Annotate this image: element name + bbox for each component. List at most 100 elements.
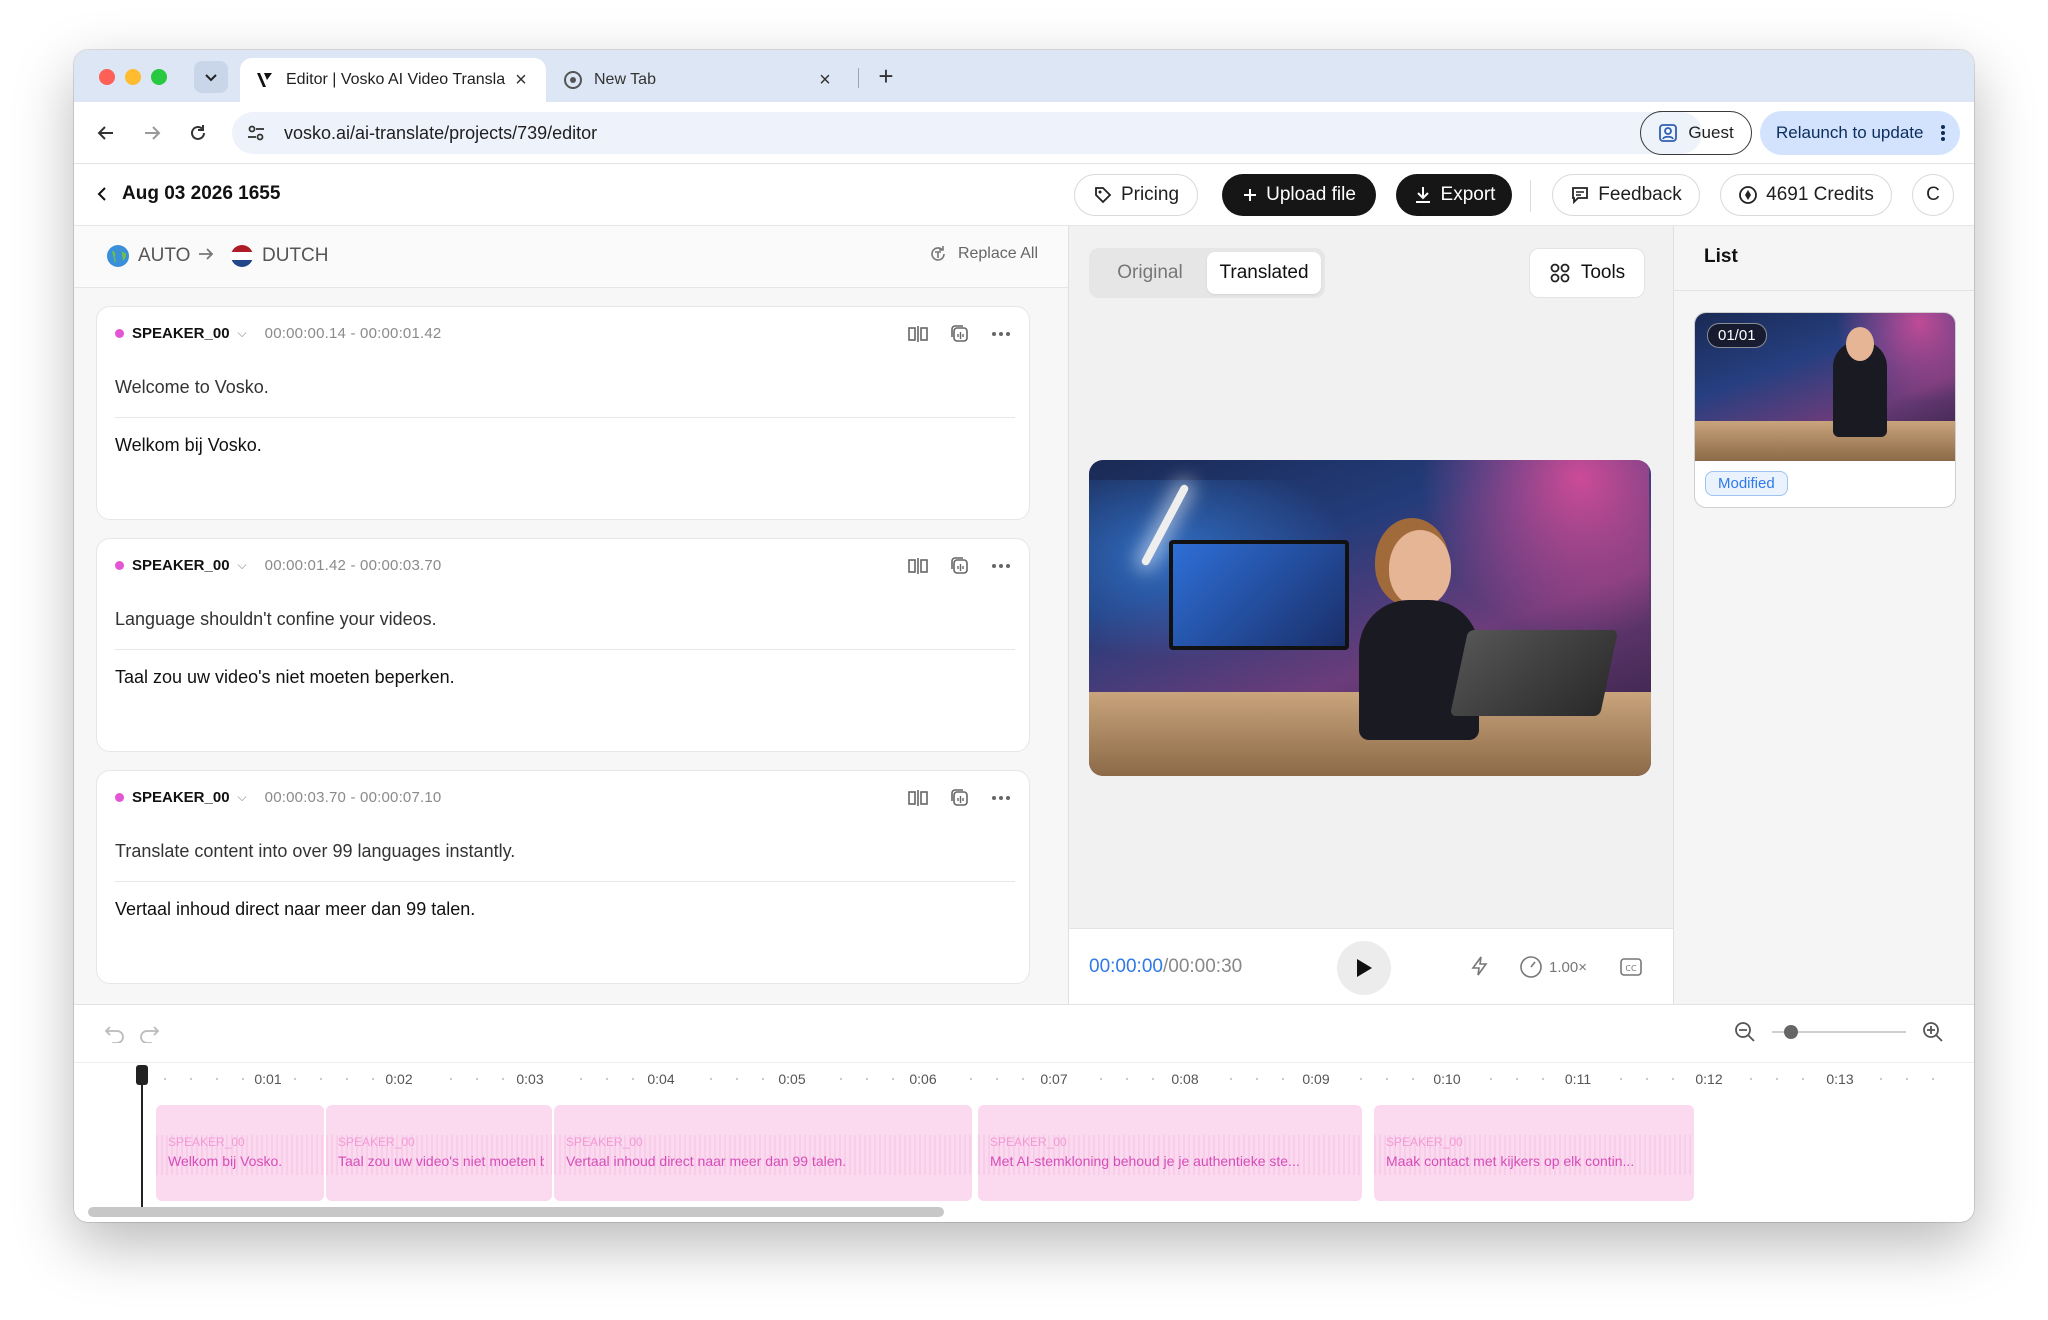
segment-card[interactable]: SPEAKER_00 ⌵ 00:00:01.42 - 00:00:03.70 L… (96, 538, 1030, 752)
timeline-clip[interactable]: SPEAKER_00 Met AI-stemkloning behoud je … (978, 1105, 1362, 1201)
play-button[interactable] (1337, 941, 1391, 995)
project-title: Aug 03 2026 1655 (122, 183, 281, 204)
split-icon[interactable] (907, 788, 929, 808)
captions-button[interactable]: CC (1619, 955, 1643, 979)
site-settings-icon[interactable] (246, 123, 270, 143)
tab-strip: Editor | Vosko AI Video Transla × New Ta… (74, 50, 1974, 102)
zoom-out-icon[interactable] (1734, 1021, 1756, 1043)
reload-button[interactable] (182, 117, 214, 149)
close-tab-icon[interactable]: × (814, 69, 836, 92)
undo-icon[interactable] (104, 1023, 126, 1043)
ruler-tick-label: 0:04 (647, 1071, 675, 1087)
tab-editor[interactable]: Editor | Vosko AI Video Transla × (240, 58, 546, 102)
more-options-icon[interactable] (991, 331, 1011, 337)
speed-label: 1.00× (1549, 958, 1587, 976)
maximize-window-button[interactable] (151, 69, 167, 85)
guest-profile-button[interactable]: Guest (1640, 111, 1752, 155)
tab-search-button[interactable] (194, 61, 228, 93)
speaker-label[interactable]: SPEAKER_00 (132, 325, 230, 342)
ruler-minor-tick (164, 1078, 166, 1080)
split-icon[interactable] (907, 324, 929, 344)
feedback-button[interactable]: Feedback (1552, 174, 1700, 216)
ruler-tick-label: 0:13 (1826, 1071, 1854, 1087)
ruler-minor-tick (1932, 1078, 1934, 1080)
credits-button[interactable]: 4691 Credits (1720, 174, 1892, 216)
minimize-window-button[interactable] (125, 69, 141, 85)
item-count-badge: 01/01 (1707, 323, 1767, 348)
chevron-down-icon[interactable]: ⌵ (238, 326, 247, 341)
url-field[interactable]: vosko.ai/ai-translate/projects/739/edito… (232, 112, 1702, 154)
voice-clone-icon[interactable] (949, 555, 971, 577)
voice-clone-icon[interactable] (949, 323, 971, 345)
relaunch-button[interactable]: Relaunch to update (1760, 111, 1960, 155)
timeline-clip[interactable]: SPEAKER_00 Taal zou uw video's niet moet… (326, 1105, 552, 1201)
ruler-tick-label: 0:10 (1433, 1071, 1461, 1087)
chevron-down-icon[interactable]: ⌵ (238, 790, 247, 805)
translated-text-field[interactable]: Taal zou uw video's niet moeten beperken… (115, 667, 455, 688)
toggle-translated[interactable]: Translated (1207, 252, 1321, 294)
playhead-handle[interactable] (136, 1065, 148, 1085)
export-button[interactable]: Export (1396, 174, 1512, 216)
globe-icon (107, 245, 129, 267)
translated-text-field[interactable]: Vertaal inhoud direct naar meer dan 99 t… (115, 899, 475, 920)
header-separator (1530, 180, 1531, 212)
segment-card[interactable]: SPEAKER_00 ⌵ 00:00:00.14 - 00:00:01.42 W… (96, 306, 1030, 520)
replace-all-button[interactable]: Replace All (928, 244, 1038, 264)
more-options-icon[interactable] (991, 795, 1011, 801)
segment-divider (115, 649, 1015, 650)
user-avatar[interactable]: C (1912, 174, 1954, 216)
auto-sync-button[interactable] (1469, 955, 1491, 977)
segment-card[interactable]: SPEAKER_00 ⌵ 00:00:03.70 - 00:00:07.10 T… (96, 770, 1030, 984)
zoom-slider[interactable] (1772, 1025, 1906, 1039)
segment-header: SPEAKER_00 ⌵ 00:00:01.42 - 00:00:03.70 (115, 557, 441, 574)
speaker-label[interactable]: SPEAKER_00 (132, 557, 230, 574)
ruler-minor-tick (1126, 1078, 1128, 1080)
timeline-clip[interactable]: SPEAKER_00 Welkom bij Vosko. (156, 1105, 324, 1201)
timeline-clip[interactable]: SPEAKER_00 Vertaal inhoud direct naar me… (554, 1105, 972, 1201)
back-button[interactable] (90, 117, 122, 149)
tab-new-tab[interactable]: New Tab × (548, 58, 850, 102)
upload-file-button[interactable]: Upload file (1222, 174, 1376, 216)
translated-text-field[interactable]: Welkom bij Vosko. (115, 435, 262, 456)
svg-text:CC: CC (1625, 964, 1637, 973)
ruler-minor-tick (1516, 1078, 1518, 1080)
time-ruler[interactable]: 0:01 0:02 0:03 0:04 0:05 0:06 0:07 0:08 0:09 0:10… (74, 1063, 1974, 1093)
source-language[interactable]: AUTO (106, 244, 190, 268)
timeline-clip[interactable]: SPEAKER_00 Maak contact met kijkers op e… (1374, 1105, 1694, 1201)
speaker-label[interactable]: SPEAKER_00 (132, 789, 230, 806)
video-list-item[interactable]: 01/01 Modified (1694, 312, 1956, 508)
more-options-icon[interactable] (991, 563, 1011, 569)
segment-timecode: 00:00:03.70 - 00:00:07.10 (264, 789, 442, 806)
split-icon[interactable] (907, 556, 929, 576)
back-to-projects-button[interactable]: Aug 03 2026 1655 (96, 183, 280, 205)
horizontal-scrollbar[interactable] (88, 1207, 944, 1217)
voice-clone-icon[interactable] (949, 787, 971, 809)
forward-button[interactable] (136, 117, 168, 149)
target-language[interactable]: DUTCH (230, 244, 329, 268)
video-preview[interactable] (1089, 460, 1651, 776)
redo-icon[interactable] (138, 1023, 160, 1043)
arrow-right-icon (145, 126, 161, 140)
ruler-minor-tick (892, 1078, 894, 1080)
pricing-button[interactable]: Pricing (1074, 174, 1198, 216)
zoom-in-icon[interactable] (1922, 1021, 1944, 1043)
close-tab-icon[interactable]: × (510, 69, 532, 92)
new-tab-button[interactable]: + (870, 60, 902, 92)
timeline: 0:01 0:02 0:03 0:04 0:05 0:06 0:07 0:08 0:09 0:10… (74, 1004, 1974, 1222)
thumb-desk (1695, 421, 1955, 461)
close-window-button[interactable] (99, 69, 115, 85)
arrow-right-icon (196, 244, 216, 264)
ruler-minor-tick (762, 1078, 764, 1080)
chevron-down-icon[interactable]: ⌵ (238, 558, 247, 573)
playhead[interactable] (136, 1065, 148, 1211)
ruler-minor-tick (1776, 1078, 1778, 1080)
speed-button[interactable]: 1.00× (1519, 955, 1587, 979)
toggle-original[interactable]: Original (1093, 252, 1207, 294)
tools-button[interactable]: Tools (1529, 248, 1645, 298)
ruler-minor-tick (372, 1078, 374, 1080)
zoom-slider-handle[interactable] (1784, 1025, 1798, 1039)
tag-icon (1095, 187, 1112, 204)
message-icon (1572, 187, 1589, 205)
ruler-tick-label: 0:09 (1302, 1071, 1330, 1087)
ruler-minor-tick (1230, 1078, 1232, 1080)
